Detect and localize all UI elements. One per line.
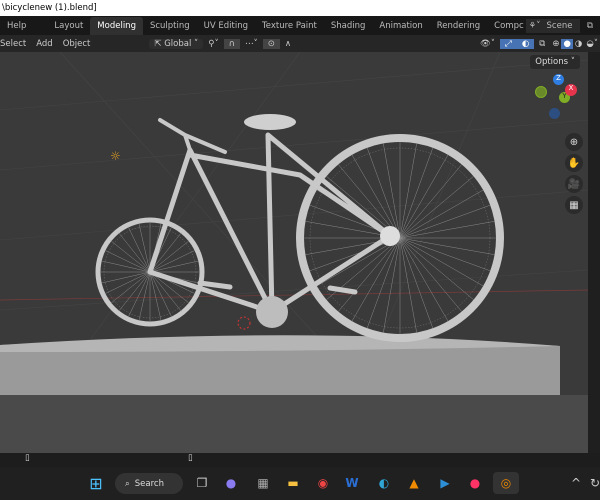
overlays-icon[interactable]: ◐ <box>516 38 535 49</box>
menu-bar: Help Layout Modeling Sculpting UV Editin… <box>0 16 600 35</box>
gizmo-neg-y[interactable] <box>535 86 547 98</box>
task-view-icon[interactable]: ❐ <box>192 472 212 494</box>
light-icon: ☼ <box>110 149 121 163</box>
zoom-icon[interactable]: ⊕ <box>565 133 583 151</box>
tab-texture-paint[interactable]: Texture Paint <box>255 21 324 31</box>
spoke <box>104 250 151 273</box>
handlebar <box>158 118 227 154</box>
blender-icon[interactable]: ◎ <box>493 472 519 494</box>
chrome-icon[interactable]: ◉ <box>313 472 333 494</box>
shading-wireframe-icon[interactable]: ⊕ <box>550 39 561 49</box>
tab-sculpting[interactable]: Sculpting <box>143 21 197 31</box>
search-icon: ⌕ <box>125 478 130 489</box>
taskbar: ⊞ ⌕ Search ❐ ● ▦ ▬ ◉ W ◐ ▲ ▶ ● ◎ ^ ↻ <box>0 467 600 500</box>
gizmo-z[interactable]: Z <box>553 74 564 85</box>
chainring <box>256 296 288 328</box>
tab-shading[interactable]: Shading <box>324 21 373 31</box>
scene-name[interactable]: Scene <box>543 18 580 33</box>
scene-render: ☼ <box>0 52 588 453</box>
calculator-icon[interactable]: ▦ <box>253 472 273 494</box>
vlc-icon[interactable]: ▲ <box>404 472 424 494</box>
media-player-icon[interactable]: ▶ <box>435 472 455 494</box>
shading-rendered-icon[interactable]: ◒˅ <box>584 39 600 49</box>
start-windows-icon[interactable]: ⊞ <box>86 472 106 494</box>
tab-layout[interactable]: Layout <box>47 21 90 31</box>
tab-modeling[interactable]: Modeling <box>90 16 143 35</box>
transform-orientation-dropdown[interactable]: ⇱ Global ˅ <box>149 38 204 49</box>
saddle <box>244 114 296 130</box>
menu-select[interactable]: Select <box>0 39 31 49</box>
viewport-header: Select Add Object ⇱ Global ˅ ⚲˅ ∩ ⋯˅ ⊙ ∧… <box>0 35 600 52</box>
navigation-gizmo[interactable]: Z Y X <box>530 72 580 132</box>
gizmo-neg-z[interactable] <box>549 108 560 119</box>
tab-uv-editing[interactable]: UV Editing <box>197 21 255 31</box>
falloff-icon[interactable]: ∧ <box>280 39 296 49</box>
spoke <box>128 226 151 273</box>
properties-sidebar[interactable] <box>588 52 600 453</box>
camera-icon[interactable]: 🎥 <box>565 175 583 193</box>
file-explorer-icon[interactable]: ▬ <box>283 472 303 494</box>
menu-add[interactable]: Add <box>31 39 57 49</box>
tab-rendering[interactable]: Rendering <box>430 21 487 31</box>
window-title: \bicyclenew (1).blend] <box>0 0 600 16</box>
new-scene-icon[interactable]: ⧉ <box>580 21 600 31</box>
pedals <box>197 280 358 295</box>
mouse-icon: ▯ <box>25 453 30 463</box>
visibility-icon[interactable]: 👁˅ <box>475 39 500 49</box>
spoke <box>104 271 151 294</box>
frame <box>147 132 393 315</box>
snap-target-icon[interactable]: ⋯˅ <box>240 39 263 49</box>
ground <box>0 395 588 453</box>
sync-icon[interactable]: ↻ <box>585 472 600 494</box>
scene-selector-icon[interactable]: ⚘˅ <box>525 18 544 33</box>
bicycle <box>95 114 504 342</box>
chat-icon[interactable]: ● <box>221 472 241 494</box>
gizmo-toggle-icon[interactable]: ⤢ <box>500 38 517 49</box>
gizmo-x[interactable]: X <box>565 84 577 96</box>
menu-help[interactable]: Help <box>0 21 33 31</box>
edge-icon[interactable]: ◐ <box>374 472 394 494</box>
orientation-value: Global <box>164 38 192 49</box>
3d-viewport[interactable]: ☼ Options ˅ Z Y X ⊕ ✋ 🎥 ▦ <box>0 52 588 453</box>
tab-compositing[interactable]: Compc <box>487 21 525 31</box>
pivot-icon[interactable]: ⚲˅ <box>203 39 223 49</box>
3d-cursor <box>237 316 251 330</box>
tray-chevron-icon[interactable]: ^ <box>566 472 586 494</box>
pan-hand-icon[interactable]: ✋ <box>565 154 583 172</box>
options-dropdown[interactable]: Options ˅ <box>530 55 580 69</box>
mouse-icon: ▯ <box>188 453 193 463</box>
spoke <box>128 271 151 318</box>
tab-animation[interactable]: Animation <box>372 21 429 31</box>
menu-object[interactable]: Object <box>58 39 96 49</box>
taskbar-search[interactable]: ⌕ Search <box>115 473 183 494</box>
proportional-edit-icon[interactable]: ⊙ <box>262 38 280 49</box>
shading-material-icon[interactable]: ◑ <box>573 39 584 49</box>
snap-icon[interactable]: ∩ <box>223 38 241 49</box>
ortho-grid-icon[interactable]: ▦ <box>565 196 583 214</box>
word-icon[interactable]: W <box>342 472 362 494</box>
xray-icon[interactable]: ⧉ <box>534 39 550 49</box>
shading-solid-icon[interactable]: ● <box>561 38 573 49</box>
status-bar: ▯ ▯ <box>0 453 600 467</box>
firefox-icon[interactable]: ● <box>465 472 485 494</box>
